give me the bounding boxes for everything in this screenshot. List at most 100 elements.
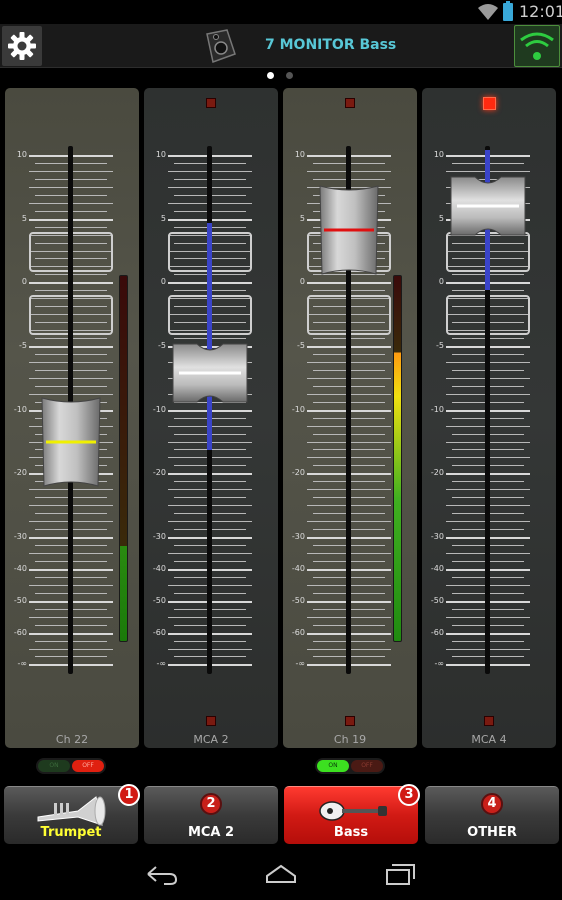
tab-label: OTHER [467, 825, 517, 840]
tab-other[interactable]: 4 OTHER [425, 786, 559, 844]
scale-label: -5 [297, 341, 305, 350]
scale-label: 0 [438, 277, 444, 286]
switch-on-label: ON [317, 760, 349, 772]
clock: 12:01 [519, 2, 562, 21]
fader-cap[interactable] [318, 182, 380, 278]
trumpet-icon [37, 796, 106, 826]
scale-label: -∞ [17, 659, 27, 668]
scale-label: -5 [436, 341, 444, 350]
tab-number-badge: 1 [118, 784, 140, 806]
channel-label: Ch 19 [333, 733, 367, 746]
wifi-connected-icon [520, 32, 554, 60]
tab-label: MCA 2 [187, 825, 235, 840]
status-bar: 12:01 [0, 0, 562, 24]
channel-label: MCA 4 [471, 733, 507, 746]
switch-on-label: ON [38, 760, 70, 772]
fader-cap[interactable] [40, 394, 102, 490]
select-led[interactable] [345, 716, 355, 726]
tab-mca-2[interactable]: 2 MCA 2 [144, 786, 278, 844]
scale-label: -50 [152, 596, 166, 605]
scale-label: -20 [291, 468, 305, 477]
scale-label: -30 [291, 532, 305, 541]
scale-label: -40 [13, 564, 27, 573]
navigation-bar [0, 848, 562, 900]
tab-label: Bass [333, 825, 369, 840]
scale-label: 10 [433, 150, 444, 159]
channel-strip-2: 10 5 0 -5 -10 -20 -30 -40 -50 -60 -∞ MCA 2 [144, 88, 278, 748]
scale-label: -40 [430, 564, 444, 573]
channel-strip-3: 10 5 0 -5 -10 -20 -30 -40 -50 -60 -∞ Ch 19 [283, 88, 417, 748]
mute-led[interactable] [206, 98, 216, 108]
scale-label: -10 [291, 405, 305, 414]
fader-cap[interactable] [449, 175, 527, 237]
tab-number-badge: 2 [200, 793, 222, 815]
scale-label: -30 [13, 532, 27, 541]
scale-label: -20 [13, 468, 27, 477]
fader-cap[interactable] [171, 342, 249, 404]
ch22-on-off-switch[interactable]: ON OFF [36, 758, 106, 774]
tab-trumpet[interactable]: 1 Trumpet [4, 784, 140, 844]
scale-label: -∞ [434, 659, 444, 668]
scale-label: -∞ [295, 659, 305, 668]
scale-label: 5 [299, 214, 305, 223]
page-indicator-dot-1[interactable] [267, 72, 274, 79]
app-header: 7 MONITOR Bass [0, 24, 562, 68]
tab-bass[interactable]: 3 Bass [284, 784, 420, 844]
channel-label: Ch 22 [55, 733, 89, 746]
wifi-signal-icon [478, 4, 498, 20]
switch-off-label: OFF [72, 760, 104, 772]
scale-label: 0 [160, 277, 166, 286]
network-status-button[interactable] [514, 25, 560, 67]
monitor-speaker-icon [206, 29, 236, 63]
tab-number-badge: 3 [398, 784, 420, 806]
scale-label: -60 [13, 628, 27, 637]
home-icon[interactable] [263, 862, 299, 886]
mix-title: 7 MONITOR Bass [265, 37, 397, 53]
gear-icon [8, 32, 36, 60]
scale-label: 10 [155, 150, 166, 159]
scale-label: 0 [299, 277, 305, 286]
scale-label: -60 [291, 628, 305, 637]
fader-range-indicator [207, 223, 212, 450]
channel-strip-1: 10 5 0 -5 -10 -20 -30 -40 -50 -60 -∞ Ch 22 [5, 88, 139, 748]
scale-label: -20 [430, 468, 444, 477]
select-led[interactable] [206, 716, 216, 726]
ch19-on-off-switch[interactable]: ON OFF [315, 758, 385, 774]
scale-label: -∞ [156, 659, 166, 668]
scale-label: -40 [152, 564, 166, 573]
scale-label: 5 [160, 214, 166, 223]
scale-label: -50 [291, 596, 305, 605]
bass-guitar-icon [319, 801, 387, 821]
settings-button[interactable] [2, 26, 42, 66]
scale-label: 10 [294, 150, 305, 159]
page-indicator-dot-2[interactable] [286, 72, 293, 79]
scale-label: -50 [430, 596, 444, 605]
tab-label: Trumpet [40, 825, 102, 840]
level-meter [393, 275, 402, 642]
channel-label: MCA 2 [193, 733, 229, 746]
scale-label: -60 [152, 628, 166, 637]
select-led[interactable] [484, 716, 494, 726]
scale-label: -10 [13, 405, 27, 414]
tab-number-badge: 4 [481, 793, 503, 815]
scale-label: 5 [21, 214, 27, 223]
back-icon[interactable] [144, 862, 180, 886]
mute-led[interactable] [482, 96, 496, 110]
scale-label: -30 [430, 532, 444, 541]
level-meter [119, 275, 128, 642]
channel-strip-4: 10 5 0 -5 -10 -20 -30 -40 -50 -60 -∞ MCA 4 [422, 88, 556, 748]
scale-label: -5 [158, 341, 166, 350]
scale-label: -60 [430, 628, 444, 637]
mute-led[interactable] [345, 98, 355, 108]
scale-label: -5 [19, 341, 27, 350]
scale-label: 5 [438, 214, 444, 223]
scale-label: -10 [430, 405, 444, 414]
scale-label: -10 [152, 405, 166, 414]
battery-icon [503, 1, 513, 21]
scale-label: -30 [152, 532, 166, 541]
scale-label: 0 [21, 277, 27, 286]
scale-label: 10 [16, 150, 27, 159]
scale-label: -20 [152, 468, 166, 477]
switch-off-label: OFF [351, 760, 383, 772]
recent-apps-icon[interactable] [383, 862, 419, 886]
